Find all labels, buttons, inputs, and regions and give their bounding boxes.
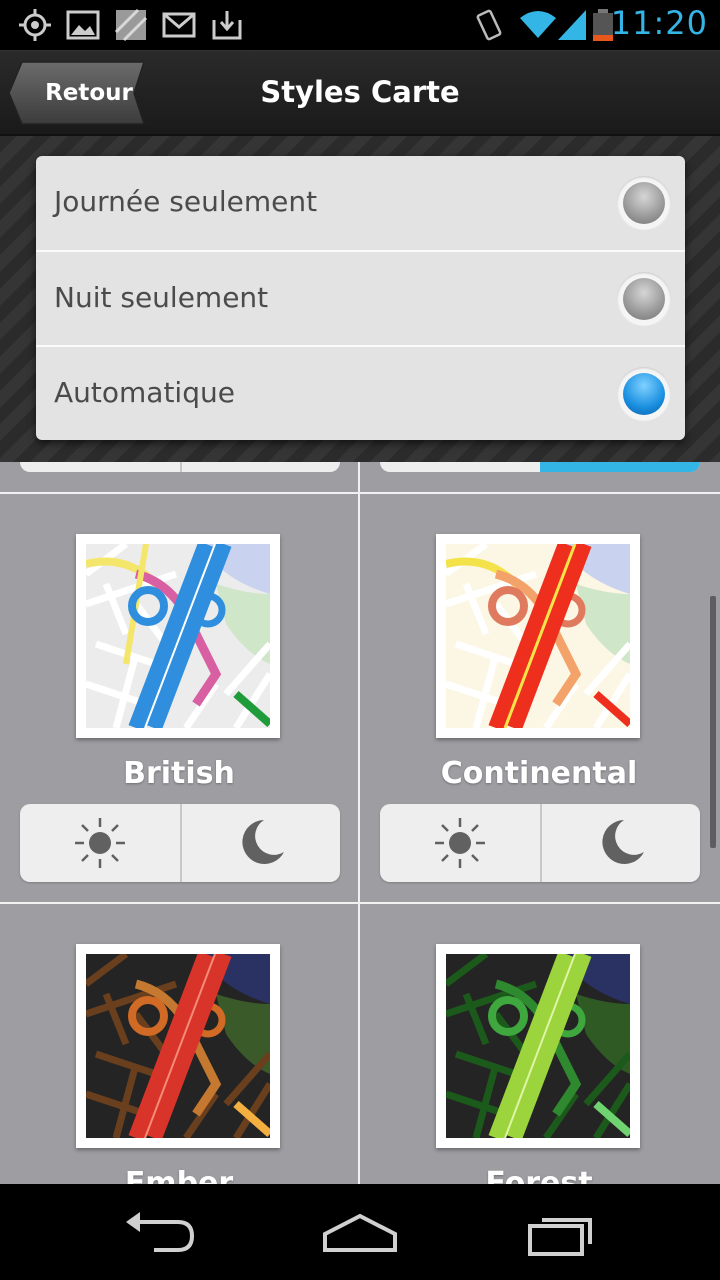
- radio-button-selected[interactable]: [617, 367, 671, 421]
- vibrate-icon: [476, 9, 502, 41]
- mode-popup: Journée seulement Nuit seulement Automat…: [36, 156, 685, 440]
- scrollbar[interactable]: [710, 596, 716, 848]
- back-icon[interactable]: [114, 1204, 204, 1260]
- style-name-forest: Forest: [485, 1166, 593, 1184]
- continental-mode-toggle[interactable]: [380, 804, 700, 882]
- style-card-forest[interactable]: Forest: [360, 904, 718, 1184]
- home-icon[interactable]: [315, 1204, 405, 1260]
- forest-map-preview: [446, 954, 630, 1138]
- continental-map-thumbnail[interactable]: [436, 534, 640, 738]
- download-icon: [212, 11, 242, 40]
- status-time: 11:20: [610, 4, 708, 42]
- gmail-icon: [162, 12, 196, 38]
- recent-apps-icon[interactable]: [516, 1204, 606, 1260]
- forest-map-thumbnail[interactable]: [436, 944, 640, 1148]
- option-night-only[interactable]: Nuit seulement: [36, 250, 685, 344]
- moon-icon: [602, 820, 644, 864]
- style-card-continental[interactable]: Continental: [360, 494, 718, 904]
- title-bar: Retour Styles Carte: [0, 50, 720, 136]
- british-mode-toggle[interactable]: [20, 804, 340, 882]
- style-name-continental: Continental: [440, 756, 638, 791]
- gallery-icon: [66, 10, 100, 40]
- ember-map-thumbnail[interactable]: [76, 944, 280, 1148]
- option-label: Nuit seulement: [54, 281, 269, 314]
- status-bar: 11:20: [0, 0, 720, 50]
- option-day-only[interactable]: Journée seulement: [36, 156, 685, 250]
- maps-icon: [114, 8, 148, 42]
- british-map-preview: [86, 544, 270, 728]
- style-card-ember[interactable]: Ember: [0, 904, 358, 1184]
- moon-icon: [242, 820, 284, 864]
- radio-button[interactable]: [617, 176, 671, 230]
- option-automatic[interactable]: Automatique: [36, 345, 685, 439]
- style-card-british[interactable]: British: [0, 494, 358, 904]
- gps-icon: [19, 9, 51, 41]
- british-day-button[interactable]: [20, 804, 180, 882]
- continental-map-preview: [446, 544, 630, 728]
- page-title: Styles Carte: [260, 75, 460, 109]
- style-name-ember: Ember: [124, 1166, 234, 1184]
- wifi-icon: [520, 11, 556, 38]
- british-night-button[interactable]: [180, 804, 340, 882]
- option-label: Automatique: [54, 376, 235, 409]
- option-label: Journée seulement: [54, 185, 318, 218]
- continental-night-button[interactable]: [540, 804, 700, 882]
- style-name-british: British: [123, 756, 235, 791]
- british-map-thumbnail[interactable]: [76, 534, 280, 738]
- continental-day-button[interactable]: [380, 804, 540, 882]
- ember-map-preview: [86, 954, 270, 1138]
- signal-icon: [558, 10, 586, 40]
- back-button-label: Retour: [45, 80, 133, 106]
- sun-icon: [75, 818, 125, 868]
- navigation-bar: [0, 1184, 720, 1280]
- back-button[interactable]: Retour: [8, 61, 146, 125]
- radio-button[interactable]: [617, 272, 671, 326]
- sun-icon: [435, 818, 485, 868]
